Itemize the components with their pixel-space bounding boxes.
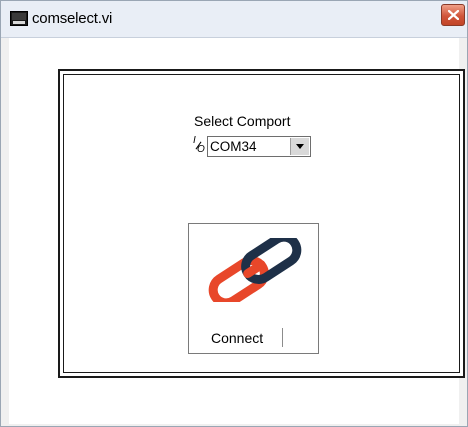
chevron-down-icon	[296, 144, 304, 149]
comport-select[interactable]: COM34	[207, 136, 311, 157]
panel-frame-inner: Select Comport IO COM34 Connect	[63, 74, 460, 373]
window-title: comselect.vi	[32, 10, 113, 27]
labview-vi-icon	[10, 11, 28, 26]
front-panel: Select Comport IO COM34 Connect	[9, 38, 465, 424]
connect-button[interactable]: Connect	[188, 223, 319, 354]
close-button[interactable]	[441, 4, 465, 26]
comport-dropdown-button[interactable]	[290, 138, 309, 155]
comport-label: Select Comport	[194, 113, 291, 129]
connect-label: Connect	[211, 330, 264, 346]
panel-frame: Select Comport IO COM34 Connect	[58, 69, 465, 378]
text-cursor	[282, 328, 283, 347]
app-window: comselect.vi Select Comport IO COM34 Con…	[0, 0, 468, 427]
close-x-icon	[448, 10, 459, 20]
chain-link-icon	[208, 238, 302, 302]
title-bar[interactable]: comselect.vi	[1, 1, 467, 38]
io-indicator-icon: IO	[193, 135, 205, 155]
comport-value: COM34	[210, 139, 257, 154]
